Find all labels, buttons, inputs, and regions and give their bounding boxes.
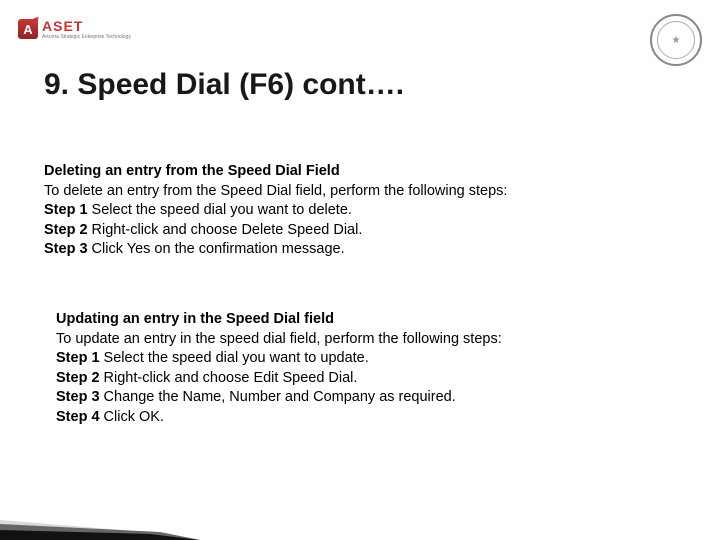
step-text: Click Yes on the confirmation message. [88,241,345,257]
deleting-heading: Deleting an entry from the Speed Dial Fi… [44,162,670,182]
step-label: Step 2 [44,222,88,238]
step-label: Step 3 [44,241,88,257]
aset-logo-icon [18,19,38,39]
deleting-section: Deleting an entry from the Speed Dial Fi… [44,162,670,260]
updating-step-3: Step 3 Change the Name, Number and Compa… [56,388,670,408]
step-text: Select the speed dial you want to delete… [88,202,352,218]
step-label: Step 4 [56,409,100,425]
page-title: 9. Speed Dial (F6) cont…. [44,68,404,102]
step-label: Step 3 [56,389,100,405]
step-label: Step 1 [44,202,88,218]
step-text: Select the speed dial you want to update… [100,350,369,366]
state-seal-icon [650,14,702,66]
deleting-step-3: Step 3 Click Yes on the confirmation mes… [44,240,670,260]
header: ASET Arizona Strategic Enterprise Techno… [18,18,702,62]
updating-step-4: Step 4 Click OK. [56,408,670,428]
deleting-step-2: Step 2 Right-click and choose Delete Spe… [44,221,670,241]
updating-step-2: Step 2 Right-click and choose Edit Speed… [56,369,670,389]
logo-left: ASET Arizona Strategic Enterprise Techno… [18,18,131,40]
updating-intro: To update an entry in the speed dial fie… [56,330,670,350]
updating-step-1: Step 1 Select the speed dial you want to… [56,349,670,369]
step-text: Right-click and choose Edit Speed Dial. [100,370,358,386]
updating-section: Updating an entry in the Speed Dial fiel… [56,310,670,427]
step-text: Click OK. [100,409,164,425]
logo-name: ASET [42,18,131,34]
step-text: Right-click and choose Delete Speed Dial… [88,222,363,238]
logo-tagline: Arizona Strategic Enterprise Technology [42,34,131,40]
step-label: Step 1 [56,350,100,366]
deleting-step-1: Step 1 Select the speed dial you want to… [44,201,670,221]
step-label: Step 2 [56,370,100,386]
updating-heading: Updating an entry in the Speed Dial fiel… [56,310,670,330]
corner-decoration-icon [0,470,200,540]
deleting-intro: To delete an entry from the Speed Dial f… [44,182,670,202]
step-text: Change the Name, Number and Company as r… [100,389,456,405]
logo-text: ASET Arizona Strategic Enterprise Techno… [42,18,131,40]
